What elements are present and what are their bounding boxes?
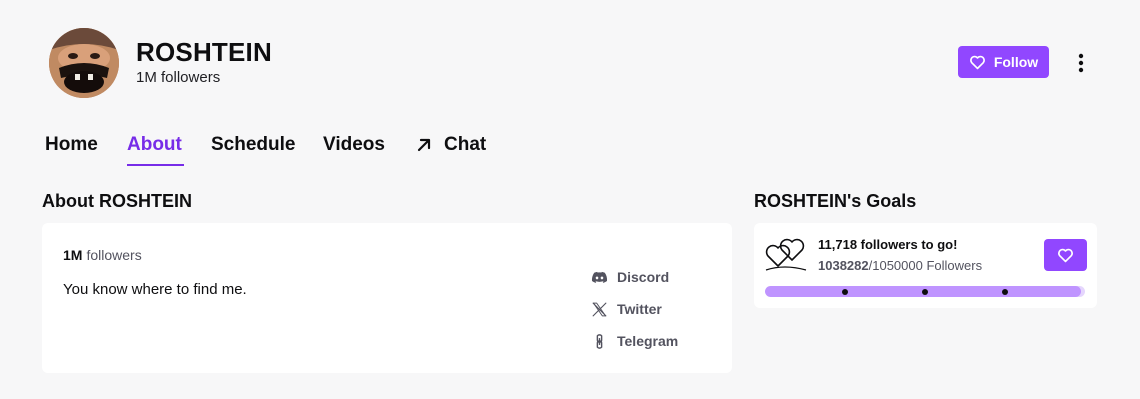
follower-count: 1M followers — [136, 69, 221, 86]
hearts-goal-icon — [765, 238, 807, 271]
about-count-value: 1M — [63, 247, 83, 263]
about-follower-count: 1M followers — [63, 247, 142, 263]
goals-heading: ROSHTEIN's Goals — [754, 191, 917, 211]
about-card: 1M followers You know where to find me. D… — [42, 223, 732, 373]
social-link-twitter-label: Twitter — [617, 301, 662, 317]
goal-progress-text: 1038282/1050000 Followers — [818, 258, 982, 273]
x-twitter-icon — [592, 302, 607, 316]
arrow-up-right-icon — [417, 138, 431, 152]
heart-icon — [969, 55, 985, 69]
tab-home[interactable]: Home — [45, 134, 98, 156]
more-options-button[interactable] — [1068, 48, 1094, 78]
channel-name[interactable]: ROSHTEIN — [136, 37, 272, 68]
social-links: Discord Twitter Telegram — [591, 267, 678, 363]
goal-milestone-dot — [1002, 289, 1008, 295]
social-link-telegram-label: Telegram — [617, 333, 679, 349]
heart-icon — [1058, 248, 1073, 262]
goal-card: 11,718 followers to go! 1038282/1050000 … — [754, 223, 1097, 308]
social-link-discord-label: Discord — [617, 269, 670, 285]
telegram-link-icon — [596, 333, 603, 349]
tab-about[interactable]: About — [127, 134, 182, 156]
follow-button-label: Follow — [993, 54, 1039, 70]
avatar[interactable] — [49, 28, 119, 98]
active-tab-indicator — [127, 164, 184, 166]
about-bio: You know where to find me. — [63, 281, 247, 298]
tab-chat[interactable]: Chat — [416, 134, 486, 156]
tab-videos[interactable]: Videos — [323, 134, 385, 156]
social-link-telegram[interactable]: Telegram — [591, 331, 678, 351]
goal-milestone-dot — [842, 289, 848, 295]
more-vertical-icon — [1078, 53, 1084, 73]
goal-title: 11,718 followers to go! — [818, 237, 958, 252]
about-heading: About ROSHTEIN — [42, 191, 192, 211]
follow-button[interactable]: Follow — [958, 46, 1049, 78]
about-count-label: followers — [86, 247, 142, 263]
discord-icon — [591, 271, 608, 283]
goal-current-value: 1038282 — [818, 258, 869, 273]
goal-progress-bar — [765, 286, 1085, 297]
goal-milestone-dot — [922, 289, 928, 295]
goal-target-text: /1050000 Followers — [868, 258, 983, 273]
tab-chat-label: Chat — [444, 134, 487, 155]
tab-schedule[interactable]: Schedule — [211, 134, 295, 156]
social-link-twitter[interactable]: Twitter — [591, 299, 678, 319]
social-link-discord[interactable]: Discord — [591, 267, 678, 287]
goal-follow-button[interactable] — [1044, 239, 1087, 271]
avatar-image — [49, 28, 119, 98]
channel-page: ROSHTEIN 1M followers Follow Home About … — [0, 0, 1140, 399]
